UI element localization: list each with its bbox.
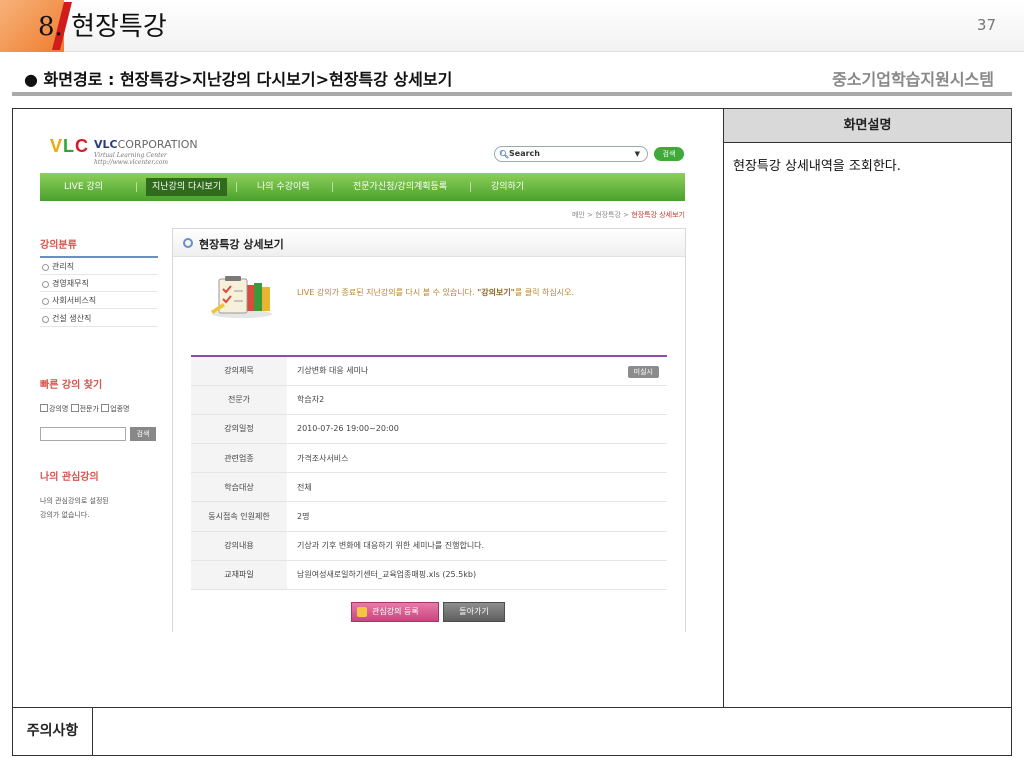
row-value-target: 전체 (287, 472, 667, 503)
search-icon: 🔍︎ (499, 150, 510, 159)
category-item[interactable]: 경영재무직 (40, 276, 158, 292)
row-label-target: 학습대상 (191, 472, 287, 503)
slide-header: 8. 현장특강 37 (0, 0, 1024, 52)
category-item[interactable]: 관리직 (40, 259, 158, 275)
nav-separator (332, 182, 333, 192)
chevron-down-icon: ▼ (634, 150, 640, 158)
circle-bullet-icon (183, 238, 193, 248)
row-value-file[interactable]: 남원여성새로일하기센터_교육업종매핑.xls (25.5kb) (287, 560, 667, 591)
vlc-logo-mark[interactable]: VLC (50, 136, 89, 157)
header-divider (12, 92, 1012, 96)
row-label-content: 강의내용 (191, 531, 287, 561)
row-label-industry: 관련업종 (191, 443, 287, 474)
description-text: 현장특강 상세내역을 조회한다. (733, 159, 901, 174)
table-row: 학습대상 전체 (191, 472, 667, 503)
search-label: Search (509, 149, 540, 158)
nav-separator (236, 182, 237, 192)
table-row: 강의제목 기상변화 대응 세미나 미실시 (191, 356, 667, 386)
slide-title: 8. 현장특강 (38, 12, 167, 42)
row-label-capacity: 동시접속 인원제한 (191, 501, 287, 532)
row-label-file: 교재파일 (191, 560, 287, 591)
category-item[interactable]: 건설 생산직 (40, 311, 158, 327)
screen-path: ● 화면경로 : 현장특강>지난강의 다시보기>현장특강 상세보기 (24, 70, 453, 89)
description-header: 화면설명 (724, 109, 1011, 143)
nav-item-replay[interactable]: 지난강의 다시보기 (146, 178, 228, 196)
checkbox-lecture-name[interactable] (40, 404, 48, 412)
nav-item-lecture[interactable]: 강의하기 (491, 173, 524, 201)
row-label-schedule: 강의일정 (191, 414, 287, 445)
favorites-title: 나의 관심강의 (40, 472, 99, 483)
breadcrumb: 메인 > 현장특강 > 현장특강 상세보기 (571, 211, 685, 219)
row-value-expert: 학습자2 (287, 385, 667, 415)
row-value-title: 기상변화 대응 세미나 미실시 (287, 356, 667, 386)
checkbox-expert[interactable] (70, 404, 79, 412)
status-badge: 미실시 (627, 366, 659, 378)
table-row: 강의내용 기상과 기후 변화에 대응하기 위한 세미나를 진행합니다. (191, 531, 667, 561)
vlc-logo-tagline: Virtual Learning Center http://www.vlcent… (94, 152, 169, 166)
notes-label: 주의사항 (13, 708, 93, 755)
search-button[interactable]: 검색 (654, 147, 684, 161)
category-item[interactable]: 사회서비스직 (40, 293, 158, 309)
search-select[interactable]: 🔍︎ Search ▼ (494, 146, 648, 162)
table-row: 강의일정 2010-07-26 19:00~20:00 (191, 414, 667, 445)
table-row: 전문가 학습자2 (191, 385, 667, 415)
main-nav: LIVE 강의 지난강의 다시보기 나의 수강이력 전문가신청/강의계획등록 강… (40, 173, 685, 201)
panel-header: 현장특강 상세보기 (173, 229, 685, 257)
category-title: 강의분류 (40, 240, 77, 251)
frame-divider-horizontal (13, 707, 1011, 708)
lecture-detail-panel: 현장특강 상세보기 LIVE 강의가 종료된 지난강의를 다시 볼 수 있습니다… (172, 228, 686, 632)
category-divider (40, 256, 158, 258)
quick-search-title: 빠른 강의 찾기 (40, 380, 103, 391)
system-name: 중소기업학습지원시스템 (832, 70, 994, 89)
row-value-schedule: 2010-07-26 19:00~20:00 (287, 414, 667, 445)
quick-search-options: 강의명 전문가 업종명 (40, 404, 129, 414)
row-label-expert: 전문가 (191, 385, 287, 415)
nav-item-history[interactable]: 나의 수강이력 (257, 173, 310, 201)
quick-search-button[interactable]: 검색 (130, 427, 156, 441)
row-label-title: 강의제목 (191, 356, 287, 386)
nav-item-live[interactable]: LIVE 강의 (64, 173, 103, 201)
nav-separator (136, 182, 137, 192)
panel-title: 현장특강 상세보기 (199, 238, 284, 251)
favorite-icon (357, 607, 367, 617)
row-value-capacity: 2명 (287, 501, 667, 532)
page-number: 37 (976, 16, 996, 34)
add-favorite-button[interactable]: 관심강의 등록 (351, 602, 439, 622)
quick-search-input[interactable] (40, 427, 126, 441)
table-row: 관련업종 가격조사서비스 (191, 443, 667, 474)
clipboard-books-icon (211, 276, 272, 318)
row-value-industry: 가격조사서비스 (287, 443, 667, 474)
checkbox-industry[interactable] (101, 404, 110, 412)
lecture-info-table: 강의제목 기상변화 대응 세미나 미실시 전문가 학습자2 강의일정 2010-0… (191, 355, 667, 591)
favorites-empty-text: 나의 관심강의로 설정된 강의가 없습니다. (40, 497, 109, 519)
table-row: 동시접속 인원제한 2명 (191, 501, 667, 532)
intro-text: LIVE 강의가 종료된 지난강의를 다시 볼 수 있습니다. "강의보기"를 … (297, 288, 575, 297)
website-mockup: VLC VLCCORPORATION Virtual Learning Cent… (26, 128, 686, 638)
row-value-content: 기상과 기후 변화에 대응하기 위한 세미나를 진행합니다. (287, 531, 667, 561)
nav-separator (470, 182, 471, 192)
back-button[interactable]: 돌아가기 (443, 602, 505, 622)
vlc-logo-name[interactable]: VLCCORPORATION (94, 138, 198, 151)
table-row: 교재파일 남원여성새로일하기센터_교육업종매핑.xls (25.5kb) (191, 560, 667, 591)
nav-item-expert-apply[interactable]: 전문가신청/강의계획등록 (353, 173, 447, 201)
frame-divider-vertical (723, 109, 724, 707)
